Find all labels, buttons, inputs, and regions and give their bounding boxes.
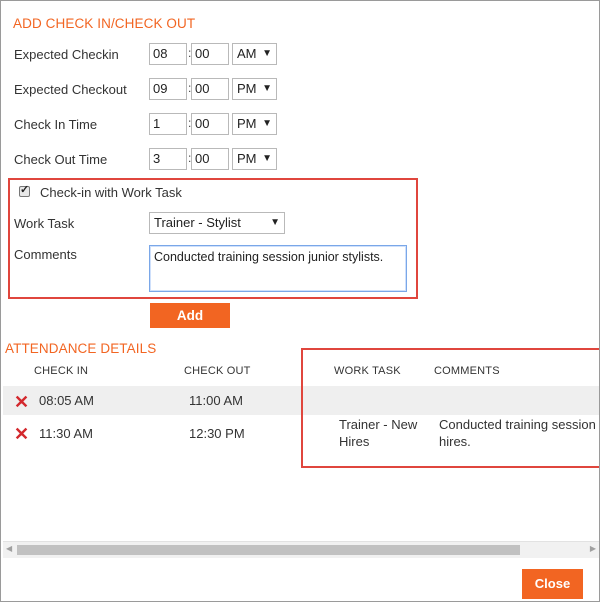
expected-checkin-ampm-select[interactable]: AM ▼ bbox=[232, 43, 277, 65]
check-in-ampm-select[interactable]: PM ▼ bbox=[232, 113, 277, 135]
checkin-with-work-task-checkbox[interactable] bbox=[19, 183, 30, 197]
check-in-column-header: CHECK IN bbox=[34, 365, 89, 377]
x-icon[interactable]: ✕ bbox=[14, 393, 29, 411]
x-icon[interactable]: ✕ bbox=[14, 425, 29, 443]
caret-down-icon: ▼ bbox=[262, 118, 272, 129]
check-in-time-label: Check In Time bbox=[14, 117, 98, 132]
ampm-value: PM bbox=[237, 151, 257, 166]
caret-down-icon: ▼ bbox=[262, 153, 272, 164]
check-out-hour-input[interactable]: 3 bbox=[149, 148, 187, 170]
arrow-left-icon[interactable]: ◀ bbox=[6, 544, 12, 553]
work-task-select[interactable]: Trainer - Stylist ▼ bbox=[149, 212, 285, 234]
attendance-highlight bbox=[301, 348, 599, 468]
checkin-with-work-task-label: Check-in with Work Task bbox=[40, 185, 182, 200]
add-button[interactable]: Add bbox=[150, 303, 230, 328]
caret-down-icon: ▼ bbox=[270, 217, 280, 228]
row-check-in: 08:05 AM bbox=[39, 393, 94, 408]
expected-checkout-ampm-select[interactable]: PM ▼ bbox=[232, 78, 277, 100]
check-out-time-label: Check Out Time bbox=[14, 152, 108, 167]
check-in-hour-input[interactable]: 1 bbox=[149, 113, 187, 135]
close-button[interactable]: Close bbox=[522, 569, 583, 599]
attendance-section-title: ATTENDANCE DETAILS bbox=[5, 341, 157, 356]
work-task-label: Work Task bbox=[14, 216, 75, 231]
arrow-right-icon[interactable]: ▶ bbox=[590, 544, 596, 553]
check-in-minute-input[interactable]: 00 bbox=[191, 113, 229, 135]
ampm-value: AM bbox=[237, 46, 257, 61]
expected-checkin-hour-input[interactable]: 08 bbox=[149, 43, 187, 65]
comments-textarea[interactable]: Conducted training session junior stylis… bbox=[149, 245, 407, 292]
row-check-out: 11:00 AM bbox=[189, 393, 243, 408]
check-out-column-header: CHECK OUT bbox=[184, 365, 251, 377]
row-check-in: 11:30 AM bbox=[39, 426, 93, 441]
expected-checkin-label: Expected Checkin bbox=[14, 47, 119, 62]
scrollbar-thumb[interactable] bbox=[17, 545, 520, 555]
ampm-value: PM bbox=[237, 81, 257, 96]
row-check-out: 12:30 PM bbox=[189, 426, 245, 441]
expected-checkout-minute-input[interactable]: 00 bbox=[191, 78, 229, 100]
expected-checkout-label: Expected Checkout bbox=[14, 82, 127, 97]
dialog: ADD CHECK IN/CHECK OUT Expected Checkin … bbox=[0, 0, 600, 602]
check-out-ampm-select[interactable]: PM ▼ bbox=[232, 148, 277, 170]
check-out-minute-input[interactable]: 00 bbox=[191, 148, 229, 170]
expected-checkin-minute-input[interactable]: 00 bbox=[191, 43, 229, 65]
form-section-title: ADD CHECK IN/CHECK OUT bbox=[13, 16, 196, 31]
horizontal-scrollbar[interactable]: ◀ ▶ bbox=[3, 541, 599, 558]
expected-checkout-hour-input[interactable]: 09 bbox=[149, 78, 187, 100]
caret-down-icon: ▼ bbox=[262, 83, 272, 94]
work-task-value: Trainer - Stylist bbox=[154, 215, 241, 230]
caret-down-icon: ▼ bbox=[262, 48, 272, 59]
comments-label: Comments bbox=[14, 247, 77, 262]
ampm-value: PM bbox=[237, 116, 257, 131]
